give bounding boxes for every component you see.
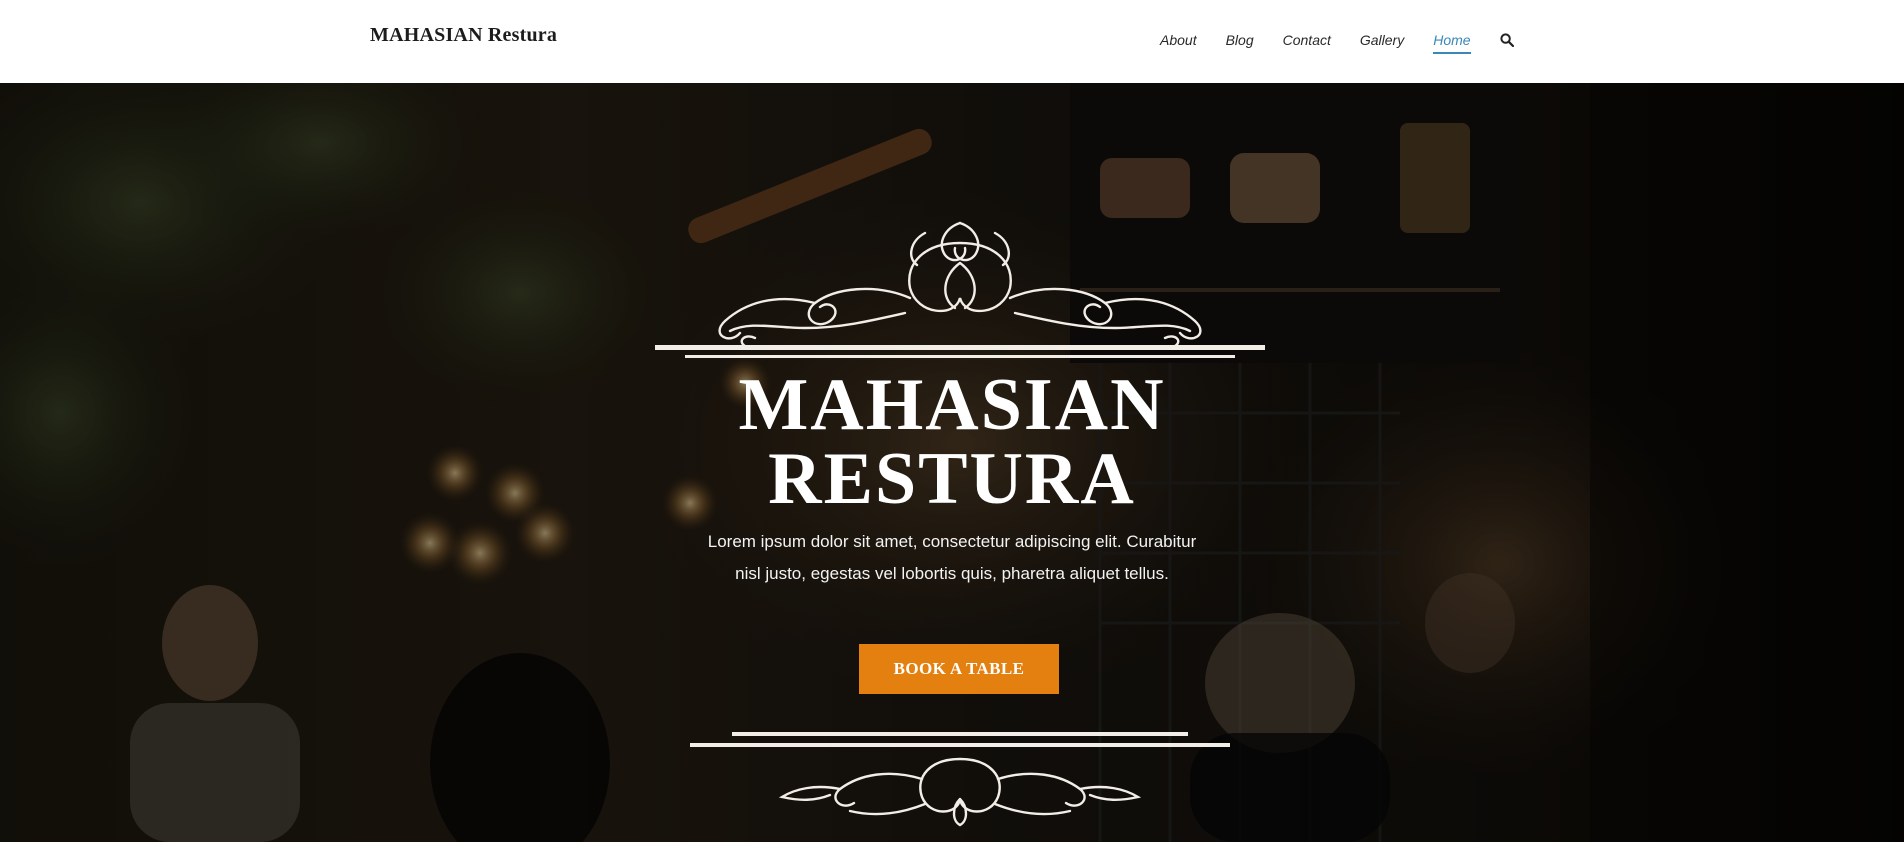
hero-title-line-2: RESTURA (768, 438, 1136, 520)
flourish-ornament-icon (655, 221, 1265, 358)
book-a-table-button[interactable]: BOOK A TABLE (859, 644, 1059, 694)
main-nav: About Blog Contact Gallery Home (1160, 28, 1516, 56)
nav-item-about[interactable]: About (1160, 28, 1197, 52)
hero-title: MAHASIAN RESTURA (552, 368, 1352, 516)
hero-section: MAHASIAN RESTURA Lorem ipsum dolor sit a… (0, 83, 1904, 842)
site-header: MAHASIAN Restura About Blog Contact Gall… (0, 0, 1904, 83)
nav-item-blog[interactable]: Blog (1226, 28, 1254, 52)
hero-title-line-1: MAHASIAN (738, 364, 1166, 446)
search-icon[interactable] (1499, 33, 1516, 49)
nav-item-contact[interactable]: Contact (1283, 28, 1331, 52)
site-brand-link[interactable]: MAHASIAN Restura (370, 24, 557, 47)
nav-item-home[interactable]: Home (1433, 28, 1471, 54)
hero-description: Lorem ipsum dolor sit amet, consectetur … (707, 532, 1197, 583)
flourish-ornament-bottom-icon (690, 732, 1230, 827)
nav-item-gallery[interactable]: Gallery (1360, 28, 1404, 52)
